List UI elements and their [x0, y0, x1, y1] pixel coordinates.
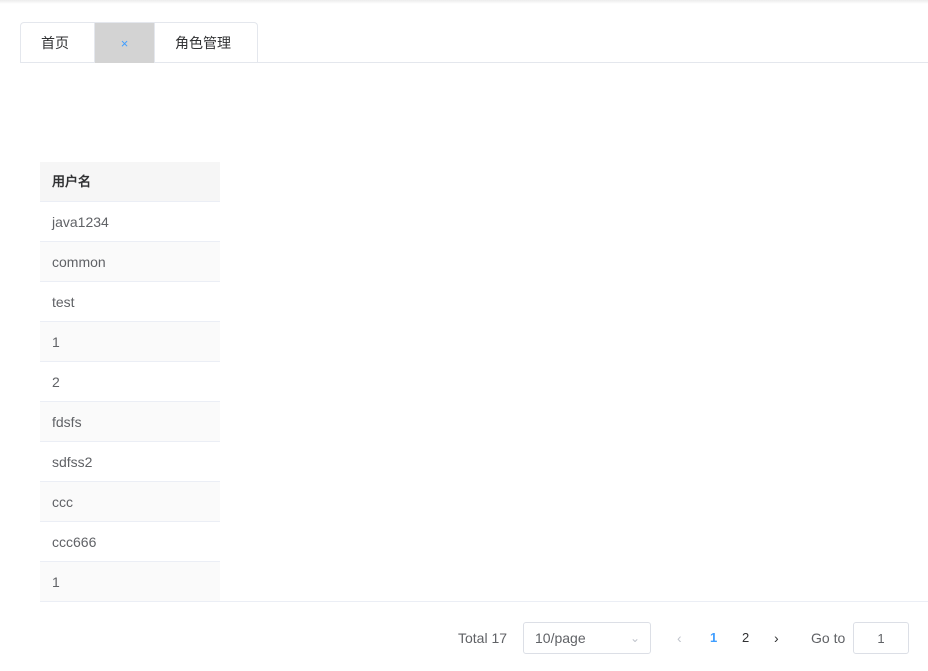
- page-size-select[interactable]: 10/page ⌄: [523, 622, 651, 654]
- table-row[interactable]: common: [40, 242, 220, 282]
- pagination-total: Total 17: [458, 630, 508, 646]
- table-row[interactable]: ccc: [40, 482, 220, 522]
- tab-close-button[interactable]: ×: [95, 23, 155, 63]
- tab-home[interactable]: 首页: [21, 23, 95, 63]
- tabs-group: 首页 × 角色管理: [20, 22, 258, 63]
- page-number-1[interactable]: 1: [710, 622, 717, 654]
- pagination: Total 17 10/page ⌄ ‹ 1 2 › Go to: [0, 622, 928, 654]
- page-size-value: 10/page: [535, 630, 586, 646]
- tab-role-label: 角色管理: [175, 35, 231, 51]
- chevron-down-icon: ⌄: [629, 631, 640, 645]
- column-header-username[interactable]: 用户名: [40, 162, 220, 202]
- close-icon[interactable]: ×: [121, 36, 129, 51]
- next-page-button[interactable]: ›: [774, 622, 779, 654]
- table-row[interactable]: java1234: [40, 202, 220, 242]
- table-row[interactable]: test: [40, 282, 220, 322]
- page-number-2[interactable]: 2: [742, 622, 749, 654]
- tabs-bar: 首页 × 角色管理: [20, 22, 928, 63]
- table-row[interactable]: sdfss2: [40, 442, 220, 482]
- goto-page-input[interactable]: [853, 622, 909, 654]
- table-bottom-divider: [40, 601, 928, 602]
- goto-label: Go to: [811, 630, 846, 646]
- tab-role-management[interactable]: 角色管理: [155, 23, 257, 63]
- user-table: 用户名 java1234 common test 1 2 fdsfs sdfss…: [40, 162, 220, 602]
- table-row[interactable]: 1: [40, 322, 220, 362]
- top-bar-shadow: [0, 0, 928, 4]
- prev-page-button[interactable]: ‹: [677, 622, 682, 654]
- tab-home-label: 首页: [41, 35, 69, 51]
- table-row[interactable]: ccc666: [40, 522, 220, 562]
- table-row[interactable]: fdsfs: [40, 402, 220, 442]
- table-row[interactable]: 2: [40, 362, 220, 402]
- table-row[interactable]: 1: [40, 562, 220, 602]
